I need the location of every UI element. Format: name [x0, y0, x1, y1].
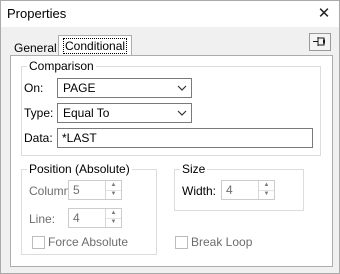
chevron-down-icon: [177, 110, 187, 116]
data-input[interactable]: [58, 129, 320, 147]
tab-general-label: General: [14, 41, 57, 55]
width-down-icon[interactable]: ▼: [259, 190, 274, 199]
tab-conditional[interactable]: Conditional: [58, 35, 133, 56]
data-label: Data:: [24, 131, 53, 145]
column-value: 5: [73, 183, 80, 197]
force-absolute-label: Force Absolute: [48, 235, 129, 249]
column-stepper[interactable]: 5 ▲ ▼: [68, 180, 122, 200]
close-icon[interactable]: ✕: [309, 1, 339, 27]
pin-button[interactable]: [309, 33, 331, 51]
line-stepper[interactable]: 4 ▲ ▼: [68, 208, 122, 228]
chevron-down-icon: [177, 85, 187, 91]
properties-window: Properties ✕ General Conditional Compari…: [0, 0, 340, 274]
title-bar: Properties ✕: [1, 1, 339, 27]
width-label: Width:: [182, 184, 217, 198]
window-title: Properties: [7, 6, 67, 21]
type-label: Type:: [24, 106, 54, 120]
data-field[interactable]: [57, 128, 320, 148]
line-label: Line:: [29, 212, 56, 226]
force-absolute-checkbox[interactable]: [32, 236, 45, 249]
width-value: 4: [226, 183, 233, 197]
line-value: 4: [73, 211, 80, 225]
size-legend: Size: [180, 162, 208, 176]
break-loop-checkbox[interactable]: [175, 236, 188, 249]
line-down-icon[interactable]: ▼: [106, 218, 121, 227]
tab-conditional-label: Conditional: [63, 38, 128, 54]
column-down-icon[interactable]: ▼: [106, 190, 121, 199]
conditional-pane: Comparison On: PAGE Type: Equal To Data:…: [10, 55, 333, 267]
type-dropdown[interactable]: Equal To: [57, 103, 192, 123]
on-value: PAGE: [63, 81, 96, 95]
type-value: Equal To: [63, 106, 110, 120]
on-label: On:: [24, 81, 44, 95]
comparison-legend: Comparison: [27, 59, 96, 73]
position-legend: Position (Absolute): [27, 162, 132, 176]
on-dropdown[interactable]: PAGE: [57, 78, 192, 98]
column-label: Column:: [29, 184, 74, 198]
pin-icon: [313, 37, 325, 46]
break-loop-label: Break Loop: [191, 235, 253, 249]
width-stepper[interactable]: 4 ▲ ▼: [221, 180, 275, 200]
